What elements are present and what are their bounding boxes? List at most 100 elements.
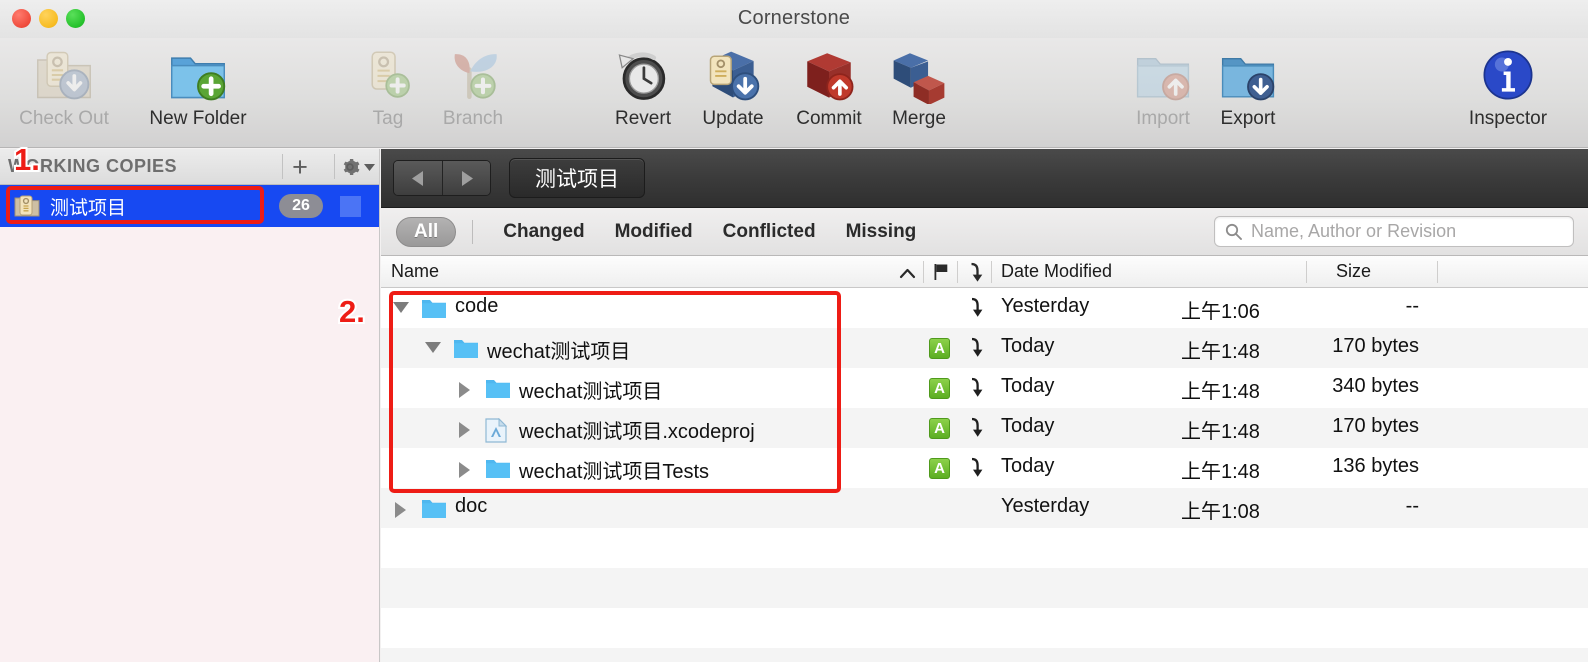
toolbar-button-label: Branch: [442, 108, 504, 129]
file-name: wechat测试项目: [519, 381, 663, 403]
flag-icon[interactable]: [933, 263, 950, 286]
column-divider-4: [1306, 261, 1307, 283]
column-header-name[interactable]: Name: [391, 261, 439, 282]
commit-box-upload-icon: [800, 44, 858, 106]
chevron-right-icon: [462, 170, 473, 186]
column-header-size[interactable]: Size: [1336, 261, 1371, 282]
table-row-empty: [381, 528, 1588, 568]
import-folder-upload-icon: [1134, 44, 1192, 106]
file-name: code: [455, 295, 499, 317]
disclosure-triangle-expanded[interactable]: [393, 302, 409, 313]
toolbar-button-merge[interactable]: Merge: [867, 44, 971, 144]
breadcrumb[interactable]: 测试项目: [509, 158, 645, 198]
annotation-marker-1: 1.: [12, 140, 42, 179]
folder-icon: [453, 338, 479, 359]
size-value: 170 bytes: [1332, 415, 1419, 437]
download-arrow-icon: [966, 297, 984, 319]
sidebar-header: WORKING COPIES +: [0, 149, 379, 185]
window-title: Cornerstone: [737, 7, 851, 29]
disclosure-triangle-expanded[interactable]: [425, 342, 441, 353]
download-arrow-icon: [966, 457, 984, 479]
toolbar-button-inspector[interactable]: Inspector: [1456, 44, 1560, 144]
new-folder-plus-icon: [168, 44, 228, 106]
download-arrow-icon: [966, 337, 984, 359]
file-name: wechat测试项目Tests: [519, 461, 710, 483]
merge-boxes-icon: [890, 44, 948, 106]
history-nav-segmented-control: [393, 160, 491, 196]
toolbar-button-label: New Folder: [149, 108, 247, 129]
size-value: --: [1405, 295, 1419, 317]
table-row[interactable]: doc Yesterday 上午1:08 --: [381, 488, 1588, 528]
filter-tab-all[interactable]: All: [396, 216, 457, 247]
time-value: 上午1:48: [1181, 341, 1260, 363]
time-value: 上午1:48: [1181, 461, 1260, 483]
disclosure-triangle-collapsed[interactable]: [459, 382, 470, 398]
toolbar-button-branch[interactable]: Branch: [421, 44, 525, 144]
add-working-copy-button[interactable]: +: [283, 149, 317, 185]
toolbar-button-label: Import: [1136, 108, 1190, 129]
toolbar-button-check-out[interactable]: Check Out: [12, 44, 116, 144]
back-button[interactable]: [394, 161, 442, 195]
filter-divider: [472, 219, 474, 244]
table-row[interactable]: wechat测试项目 A Today 上午1:48 170 bytes: [381, 328, 1588, 368]
time-value: 上午1:48: [1181, 421, 1260, 443]
status-badge-added: A: [929, 418, 950, 439]
table-row[interactable]: wechat测试项目 A Today 上午1:48 340 bytes: [381, 368, 1588, 408]
toolbar-button-label: Inspector: [1468, 108, 1548, 129]
filter-tab-changed[interactable]: Changed: [503, 221, 584, 243]
toolbar-button-export[interactable]: Export: [1196, 44, 1300, 144]
filter-tab-missing[interactable]: Missing: [846, 221, 917, 243]
folder-icon: [485, 458, 511, 479]
disclosure-triangle-collapsed[interactable]: [395, 502, 406, 518]
date-modified-value: Today: [1001, 375, 1055, 397]
toolbar-button-label: Merge: [892, 108, 946, 129]
working-copy-tag-folder-icon: [14, 194, 40, 218]
size-value: 170 bytes: [1332, 335, 1419, 357]
filter-tab-modified[interactable]: Modified: [615, 221, 693, 243]
search-input[interactable]: Name, Author or Revision: [1214, 216, 1574, 247]
table-row[interactable]: wechat测试项目Tests A Today 上午1:48 136 bytes: [381, 448, 1588, 488]
filter-tab-conflicted[interactable]: Conflicted: [723, 221, 816, 243]
file-name: wechat测试项目.xcodeproj: [519, 421, 755, 443]
title-bar: Cornerstone: [0, 0, 1588, 38]
column-header-date-modified[interactable]: Date Modified: [1001, 261, 1112, 282]
toolbar-button-revert[interactable]: Revert: [591, 44, 695, 144]
filter-bar: All Changed Modified Conflicted Missing …: [381, 208, 1588, 256]
download-arrow-icon[interactable]: [965, 262, 984, 288]
checkout-folder-download-icon: [34, 44, 94, 106]
tag-plus-icon: [360, 44, 416, 106]
disclosure-triangle-collapsed[interactable]: [459, 462, 470, 478]
toolbar-button-label: Check Out: [19, 108, 109, 129]
size-value: 136 bytes: [1332, 455, 1419, 477]
disclosure-triangle-collapsed[interactable]: [459, 422, 470, 438]
folder-icon: [421, 498, 447, 519]
table-row[interactable]: wechat测试项目.xcodeproj A Today 上午1:48 170 byt…: [381, 408, 1588, 448]
navigation-bar: 测试项目: [381, 149, 1588, 208]
update-box-download-icon: [703, 44, 763, 106]
main-toolbar: Check Out New Folder Tag Branch Revert U…: [0, 38, 1588, 148]
column-divider-3: [991, 261, 992, 283]
date-modified-value: Yesterday: [1001, 495, 1090, 517]
file-list: code Yesterday 上午1:06 -- wechat测试项目 A Today…: [381, 288, 1588, 662]
toolbar-button-new-folder[interactable]: New Folder: [146, 44, 250, 144]
toolbar-button-commit[interactable]: Commit: [777, 44, 881, 144]
date-modified-value: Today: [1001, 455, 1055, 477]
date-modified-value: Today: [1001, 415, 1055, 437]
time-value: 上午1:06: [1181, 301, 1260, 323]
sidebar-item-working-copy[interactable]: 测试项目 26: [0, 185, 379, 227]
toolbar-button-label: Commit: [796, 108, 862, 129]
gear-icon[interactable]: [335, 149, 377, 185]
chevron-left-icon: [411, 170, 423, 186]
toolbar-button-label: Update: [702, 108, 764, 129]
forward-button[interactable]: [442, 161, 490, 195]
working-copy-status-square: [340, 196, 361, 217]
inspector-info-icon: [1480, 44, 1536, 106]
toolbar-button-label: Revert: [615, 108, 671, 129]
table-row[interactable]: code Yesterday 上午1:06 --: [381, 288, 1588, 328]
revert-clock-icon: [614, 44, 672, 106]
sidebar: WORKING COPIES + 测试项目 26: [0, 149, 380, 662]
sort-ascending-icon[interactable]: [899, 264, 916, 285]
chevron-down-icon: [363, 163, 375, 171]
table-row-empty: [381, 608, 1588, 648]
toolbar-button-update[interactable]: Update: [681, 44, 785, 144]
